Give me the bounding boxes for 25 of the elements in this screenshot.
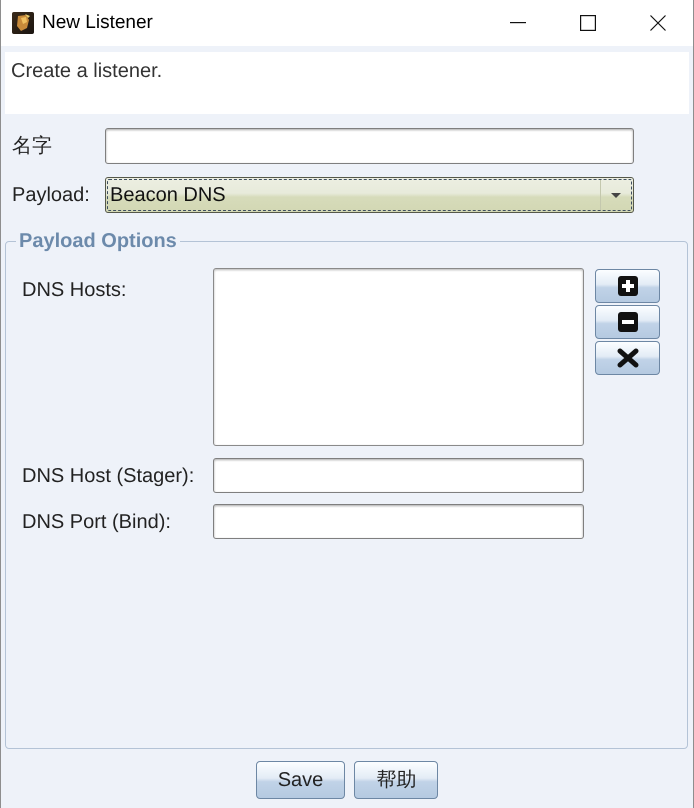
- text-field[interactable]: [105, 128, 634, 164]
- dialog-button[interactable]: 帮助: [354, 761, 438, 799]
- field-label: DNS Host (Stager):: [22, 464, 196, 488]
- remove-button[interactable]: [595, 305, 660, 339]
- text-field[interactable]: [213, 504, 584, 539]
- app-icon: [12, 12, 34, 34]
- description-text: Create a listener.: [11, 60, 162, 82]
- dropdown[interactable]: Beacon DNS: [105, 177, 634, 213]
- add-button[interactable]: [595, 269, 660, 303]
- group-title: Payload Options: [18, 229, 178, 253]
- maximize-icon: [580, 15, 596, 31]
- close-icon: [650, 15, 666, 31]
- field-label: DNS Hosts:: [22, 278, 128, 302]
- minus-icon: [618, 312, 638, 332]
- plus-icon: [618, 276, 638, 296]
- dialog-button[interactable]: Save: [256, 761, 346, 799]
- x-icon: [616, 348, 638, 368]
- window-title: New Listener: [42, 10, 153, 35]
- caret-icon: [611, 192, 621, 198]
- text-field[interactable]: [213, 458, 584, 493]
- field-label: Payload:: [12, 183, 91, 207]
- clear-button[interactable]: [595, 341, 660, 375]
- minimize-icon: [510, 22, 526, 24]
- field-label: DNS Port (Bind):: [22, 510, 172, 534]
- field-label: 名字: [12, 134, 53, 158]
